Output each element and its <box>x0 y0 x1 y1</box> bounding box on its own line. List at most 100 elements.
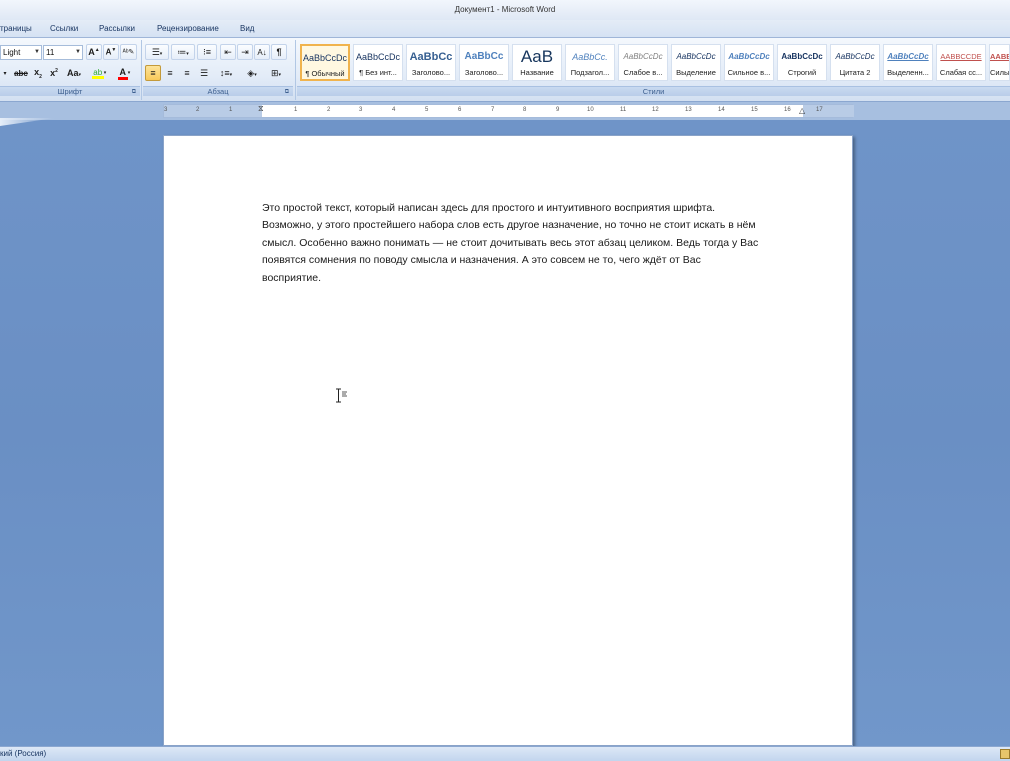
shading-icon[interactable]: ◈▾ <box>241 65 263 81</box>
change-case-icon[interactable]: Aa▾ <box>64 65 84 81</box>
style-heading-1[interactable]: AaBbCc Заголово... <box>406 44 456 81</box>
style-sample: AaBbCc <box>464 51 504 62</box>
style-name: Сильна <box>990 68 1009 77</box>
ruler-tick: 5 <box>425 107 429 113</box>
tab-review[interactable]: Рецензирование <box>157 20 219 38</box>
style-name: Строгий <box>787 68 817 77</box>
pilcrow-icon[interactable]: ¶ <box>271 44 287 60</box>
dialog-launcher-icon[interactable]: ⧉ <box>285 87 289 97</box>
subscript-icon[interactable]: x2 <box>31 65 45 81</box>
text-cursor-icon <box>335 388 347 404</box>
style-subtitle[interactable]: AaBbCc. Подзагол... <box>565 44 615 81</box>
styles-group-title: Стили <box>297 86 1010 96</box>
group-divider <box>295 40 296 100</box>
style-sample: AaBbCcDc <box>835 52 875 61</box>
tab-page-layout[interactable]: траницы <box>0 20 32 38</box>
grow-font-icon[interactable]: A▲ <box>86 44 102 60</box>
document-line: Это простой текст, который написан здесь… <box>262 202 716 214</box>
style-name: Сильное в... <box>727 68 771 77</box>
style-intense-emphasis[interactable]: AaBbCcDc Сильное в... <box>724 44 774 81</box>
ruler-tick: 11 <box>620 107 627 113</box>
chevron-down-icon[interactable]: ▾ <box>0 65 10 81</box>
justify-icon[interactable]: ☰ <box>196 65 212 81</box>
superscript-icon[interactable]: x2 <box>47 65 61 81</box>
style-title[interactable]: AaB Название <box>512 44 562 81</box>
style-name: ¶ Обычный <box>305 69 345 78</box>
document-line: смысл. Особенно важно понимать — не стои… <box>262 236 759 249</box>
document-line: появятся сомнения по поводу смысла и наз… <box>262 254 701 267</box>
borders-icon[interactable]: ⊞▾ <box>265 65 287 81</box>
ruler-tick: 15 <box>751 107 758 113</box>
horizontal-ruler[interactable]: 3 2 1 ⧖ 1 2 3 4 5 6 7 8 9 10 11 12 13 14… <box>163 104 854 118</box>
style-sample: AABBC <box>990 52 1009 61</box>
ruler-tick: 2 <box>196 107 200 113</box>
ruler-tick: 6 <box>458 107 462 113</box>
strikethrough-icon[interactable]: abc <box>12 65 30 81</box>
style-intense-quote[interactable]: AaBbCcDc Выделенн... <box>883 44 933 81</box>
decrease-indent-icon[interactable]: ⇤ <box>220 44 236 60</box>
ruler-tick: 3 <box>359 107 363 113</box>
style-sample: AaBbCc. <box>572 52 608 62</box>
align-right-icon[interactable]: ≡ <box>179 65 195 81</box>
style-sample: AaBbCcDc <box>728 52 770 61</box>
bullets-icon[interactable]: ☰▾ <box>145 44 169 60</box>
shrink-font-icon[interactable]: A▼ <box>103 44 119 60</box>
sort-icon[interactable]: A↓ <box>254 44 270 60</box>
style-emphasis[interactable]: AaBbCcDc Выделение <box>671 44 721 81</box>
multilevel-list-icon[interactable]: ⁝≡ <box>197 44 217 60</box>
font-name-combo[interactable]: Light ▼ <box>0 45 42 60</box>
style-normal[interactable]: AaBbCcDc ¶ Обычный <box>300 44 350 81</box>
right-indent-marker-icon[interactable]: △ <box>799 106 805 115</box>
style-strong[interactable]: AaBbCcDc Строгий <box>777 44 827 81</box>
styles-group: AaBbCcDc ¶ Обычный AaBbCcDc ¶ Без инт...… <box>297 38 1010 102</box>
numbering-icon[interactable]: ≔▾ <box>171 44 195 60</box>
style-subtle-emphasis[interactable]: AaBbCcDc Слабое в... <box>618 44 668 81</box>
ruler-tick: 8 <box>523 107 527 113</box>
language-status[interactable]: кий (Россия) <box>0 747 46 761</box>
style-no-spacing[interactable]: AaBbCcDc ¶ Без инт... <box>353 44 403 81</box>
document-page[interactable]: Это простой текст, который написан здесь… <box>163 135 853 746</box>
style-name: Выделенн... <box>887 68 929 77</box>
ruler-tick: 12 <box>652 107 659 113</box>
style-name: Цитата 2 <box>839 68 871 77</box>
tab-references[interactable]: Ссылки <box>50 20 78 38</box>
indent-marker-icon[interactable]: ⧖ <box>258 104 264 114</box>
style-intense-reference[interactable]: AABBC Сильна <box>989 44 1010 81</box>
ruler-tick: 3 <box>164 107 168 113</box>
ruler-tick: 1 <box>229 107 233 113</box>
font-size-combo[interactable]: 11 ▼ <box>43 45 83 60</box>
ruler-tick: 7 <box>491 107 495 113</box>
ruler-left-margin <box>164 105 262 117</box>
font-group-title: Шрифт ⧉ <box>0 86 140 96</box>
document-line: Возможно, у этого простейшего набора сло… <box>262 219 756 232</box>
clear-format-icon[interactable]: ᴬᵇ✎ <box>120 44 137 60</box>
font-name-value: Light <box>3 48 21 57</box>
highlight-icon[interactable]: ab ▾ <box>88 65 110 81</box>
ruler-right-margin <box>803 105 854 117</box>
line-spacing-icon[interactable]: ↕≡▾ <box>215 65 237 81</box>
title-bar: Документ1 - Microsoft Word <box>0 0 1010 20</box>
align-center-icon[interactable]: ≡ <box>162 65 178 81</box>
style-sample: AaBbCcDc <box>676 52 716 61</box>
increase-indent-icon[interactable]: ⇥ <box>237 44 253 60</box>
dialog-launcher-icon[interactable]: ⧉ <box>132 87 136 97</box>
window-title: Документ1 - Microsoft Word <box>454 5 556 14</box>
style-name: Выделение <box>676 68 716 77</box>
style-subtle-reference[interactable]: AABBCCDE Слабая сс... <box>936 44 986 81</box>
group-divider <box>141 40 142 100</box>
style-quote-2[interactable]: AaBbCcDc Цитата 2 <box>830 44 880 81</box>
view-layout-icon[interactable] <box>1000 749 1010 759</box>
tab-view[interactable]: Вид <box>240 20 254 38</box>
ruler-tick: 10 <box>587 107 594 113</box>
paragraph-group-title: Абзац ⧉ <box>143 86 293 96</box>
style-sample: AaB <box>520 47 554 66</box>
style-heading-2[interactable]: AaBbCc Заголово... <box>459 44 509 81</box>
tab-mailings[interactable]: Рассылки <box>99 20 135 38</box>
font-color-icon[interactable]: A ▾ <box>113 65 135 81</box>
style-sample: AaBbCcDc <box>781 52 823 61</box>
ruler-tick: 14 <box>718 107 725 113</box>
document-body[interactable]: Это простой текст, который написан здесь… <box>262 200 812 287</box>
font-group: Light ▼ 11 ▼ A▲ A▼ ᴬᵇ✎ ▾ abc x2 x2 Aa▾ a… <box>0 38 140 102</box>
align-left-icon[interactable]: ≡ <box>145 65 161 81</box>
ribbon: Light ▼ 11 ▼ A▲ A▼ ᴬᵇ✎ ▾ abc x2 x2 Aa▾ a… <box>0 38 1010 102</box>
